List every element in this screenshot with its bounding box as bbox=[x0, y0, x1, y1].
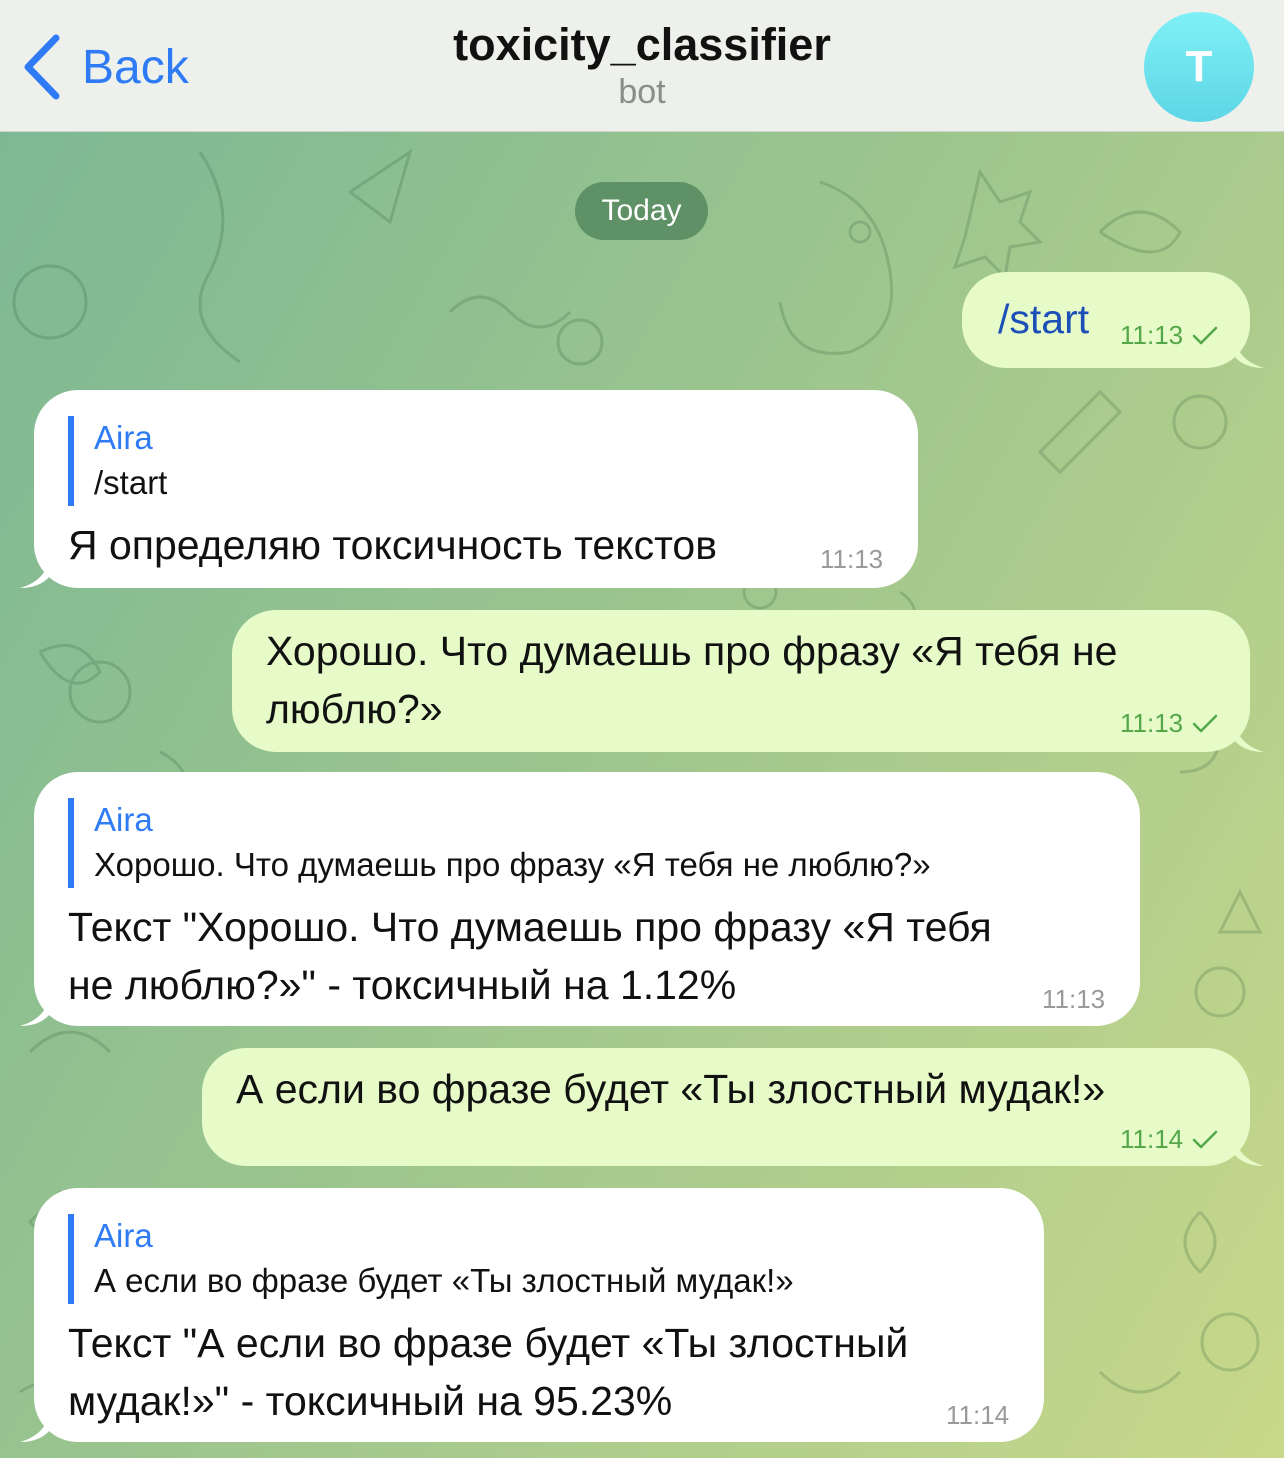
reply-author: Aira bbox=[94, 801, 153, 838]
message-text[interactable]: Я определяю токсичность текстов bbox=[68, 516, 717, 574]
incoming-message[interactable]: Aira А если во фразе будет «Ты злостный … bbox=[20, 1188, 1044, 1442]
chat-subtitle: bot bbox=[618, 73, 666, 111]
message-text-line[interactable]: мудак!»" - токсичный на 95.23% bbox=[68, 1372, 672, 1430]
message-text[interactable]: /start bbox=[998, 290, 1089, 348]
message-text[interactable]: А если во фразе будет «Ты злостный мудак… bbox=[236, 1060, 1105, 1118]
reply-text: А если во фразе будет «Ты злостный мудак… bbox=[94, 1262, 794, 1299]
reply-author: Aira bbox=[94, 1217, 153, 1254]
chat-title-block[interactable]: toxicity_classifier bot bbox=[0, 18, 1284, 112]
message-time: 11:14 bbox=[946, 1400, 1010, 1430]
sent-check-icon bbox=[1192, 1130, 1218, 1149]
bubble-tail bbox=[1234, 1132, 1264, 1166]
sent-check-icon bbox=[1192, 714, 1218, 733]
bubble-tail bbox=[1234, 718, 1264, 752]
message-text-line[interactable]: Хорошо. Что думаешь про фразу «Я тебя не bbox=[266, 622, 1117, 680]
message-text-line[interactable]: Текст "А если во фразе будет «Ты злостны… bbox=[68, 1314, 908, 1372]
sent-check-icon bbox=[1192, 326, 1218, 345]
message-text-line[interactable]: Текст "Хорошо. Что думаешь про фразу «Я … bbox=[68, 898, 992, 956]
message-time: 11:13 bbox=[1120, 320, 1184, 350]
outgoing-message[interactable]: А если во фразе будет «Ты злостный мудак… bbox=[202, 1048, 1264, 1166]
chat-area[interactable]: Today /start 11:13 Aira /start Я определ… bbox=[0, 132, 1284, 1458]
bubble-tail bbox=[1234, 334, 1264, 368]
reply-quote[interactable]: Aira А если во фразе будет «Ты злостный … bbox=[68, 1214, 794, 1304]
bubble-tail bbox=[20, 1408, 50, 1442]
message-time: 11:13 bbox=[820, 544, 884, 574]
avatar-letter: T bbox=[1185, 42, 1213, 91]
reply-text: /start bbox=[94, 464, 168, 501]
outgoing-message[interactable]: /start 11:13 bbox=[962, 272, 1264, 368]
outgoing-message[interactable]: Хорошо. Что думаешь про фразу «Я тебя не… bbox=[232, 610, 1264, 752]
reply-quote[interactable]: Aira Хорошо. Что думаешь про фразу «Я те… bbox=[68, 798, 931, 888]
incoming-message[interactable]: Aira Хорошо. Что думаешь про фразу «Я те… bbox=[20, 772, 1140, 1026]
message-time: 11:13 bbox=[1120, 708, 1184, 738]
avatar[interactable]: T bbox=[1144, 12, 1254, 122]
date-separator: Today bbox=[575, 182, 708, 240]
incoming-message[interactable]: Aira /start Я определяю токсичность текс… bbox=[20, 390, 918, 588]
message-text-line[interactable]: люблю?» bbox=[266, 680, 443, 738]
bubble-tail bbox=[20, 992, 50, 1026]
bubble-tail bbox=[20, 554, 50, 588]
chat-header: Back toxicity_classifier bot T bbox=[0, 0, 1284, 132]
message-time: 11:14 bbox=[1120, 1124, 1184, 1154]
message-time: 11:13 bbox=[1042, 984, 1106, 1014]
reply-quote[interactable]: Aira /start bbox=[68, 416, 167, 506]
reply-text: Хорошо. Что думаешь про фразу «Я тебя не… bbox=[94, 846, 931, 883]
chat-title: toxicity_classifier bbox=[453, 19, 831, 70]
message-text-line[interactable]: не люблю?»" - токсичный на 1.12% bbox=[68, 956, 736, 1014]
reply-author: Aira bbox=[94, 419, 153, 456]
